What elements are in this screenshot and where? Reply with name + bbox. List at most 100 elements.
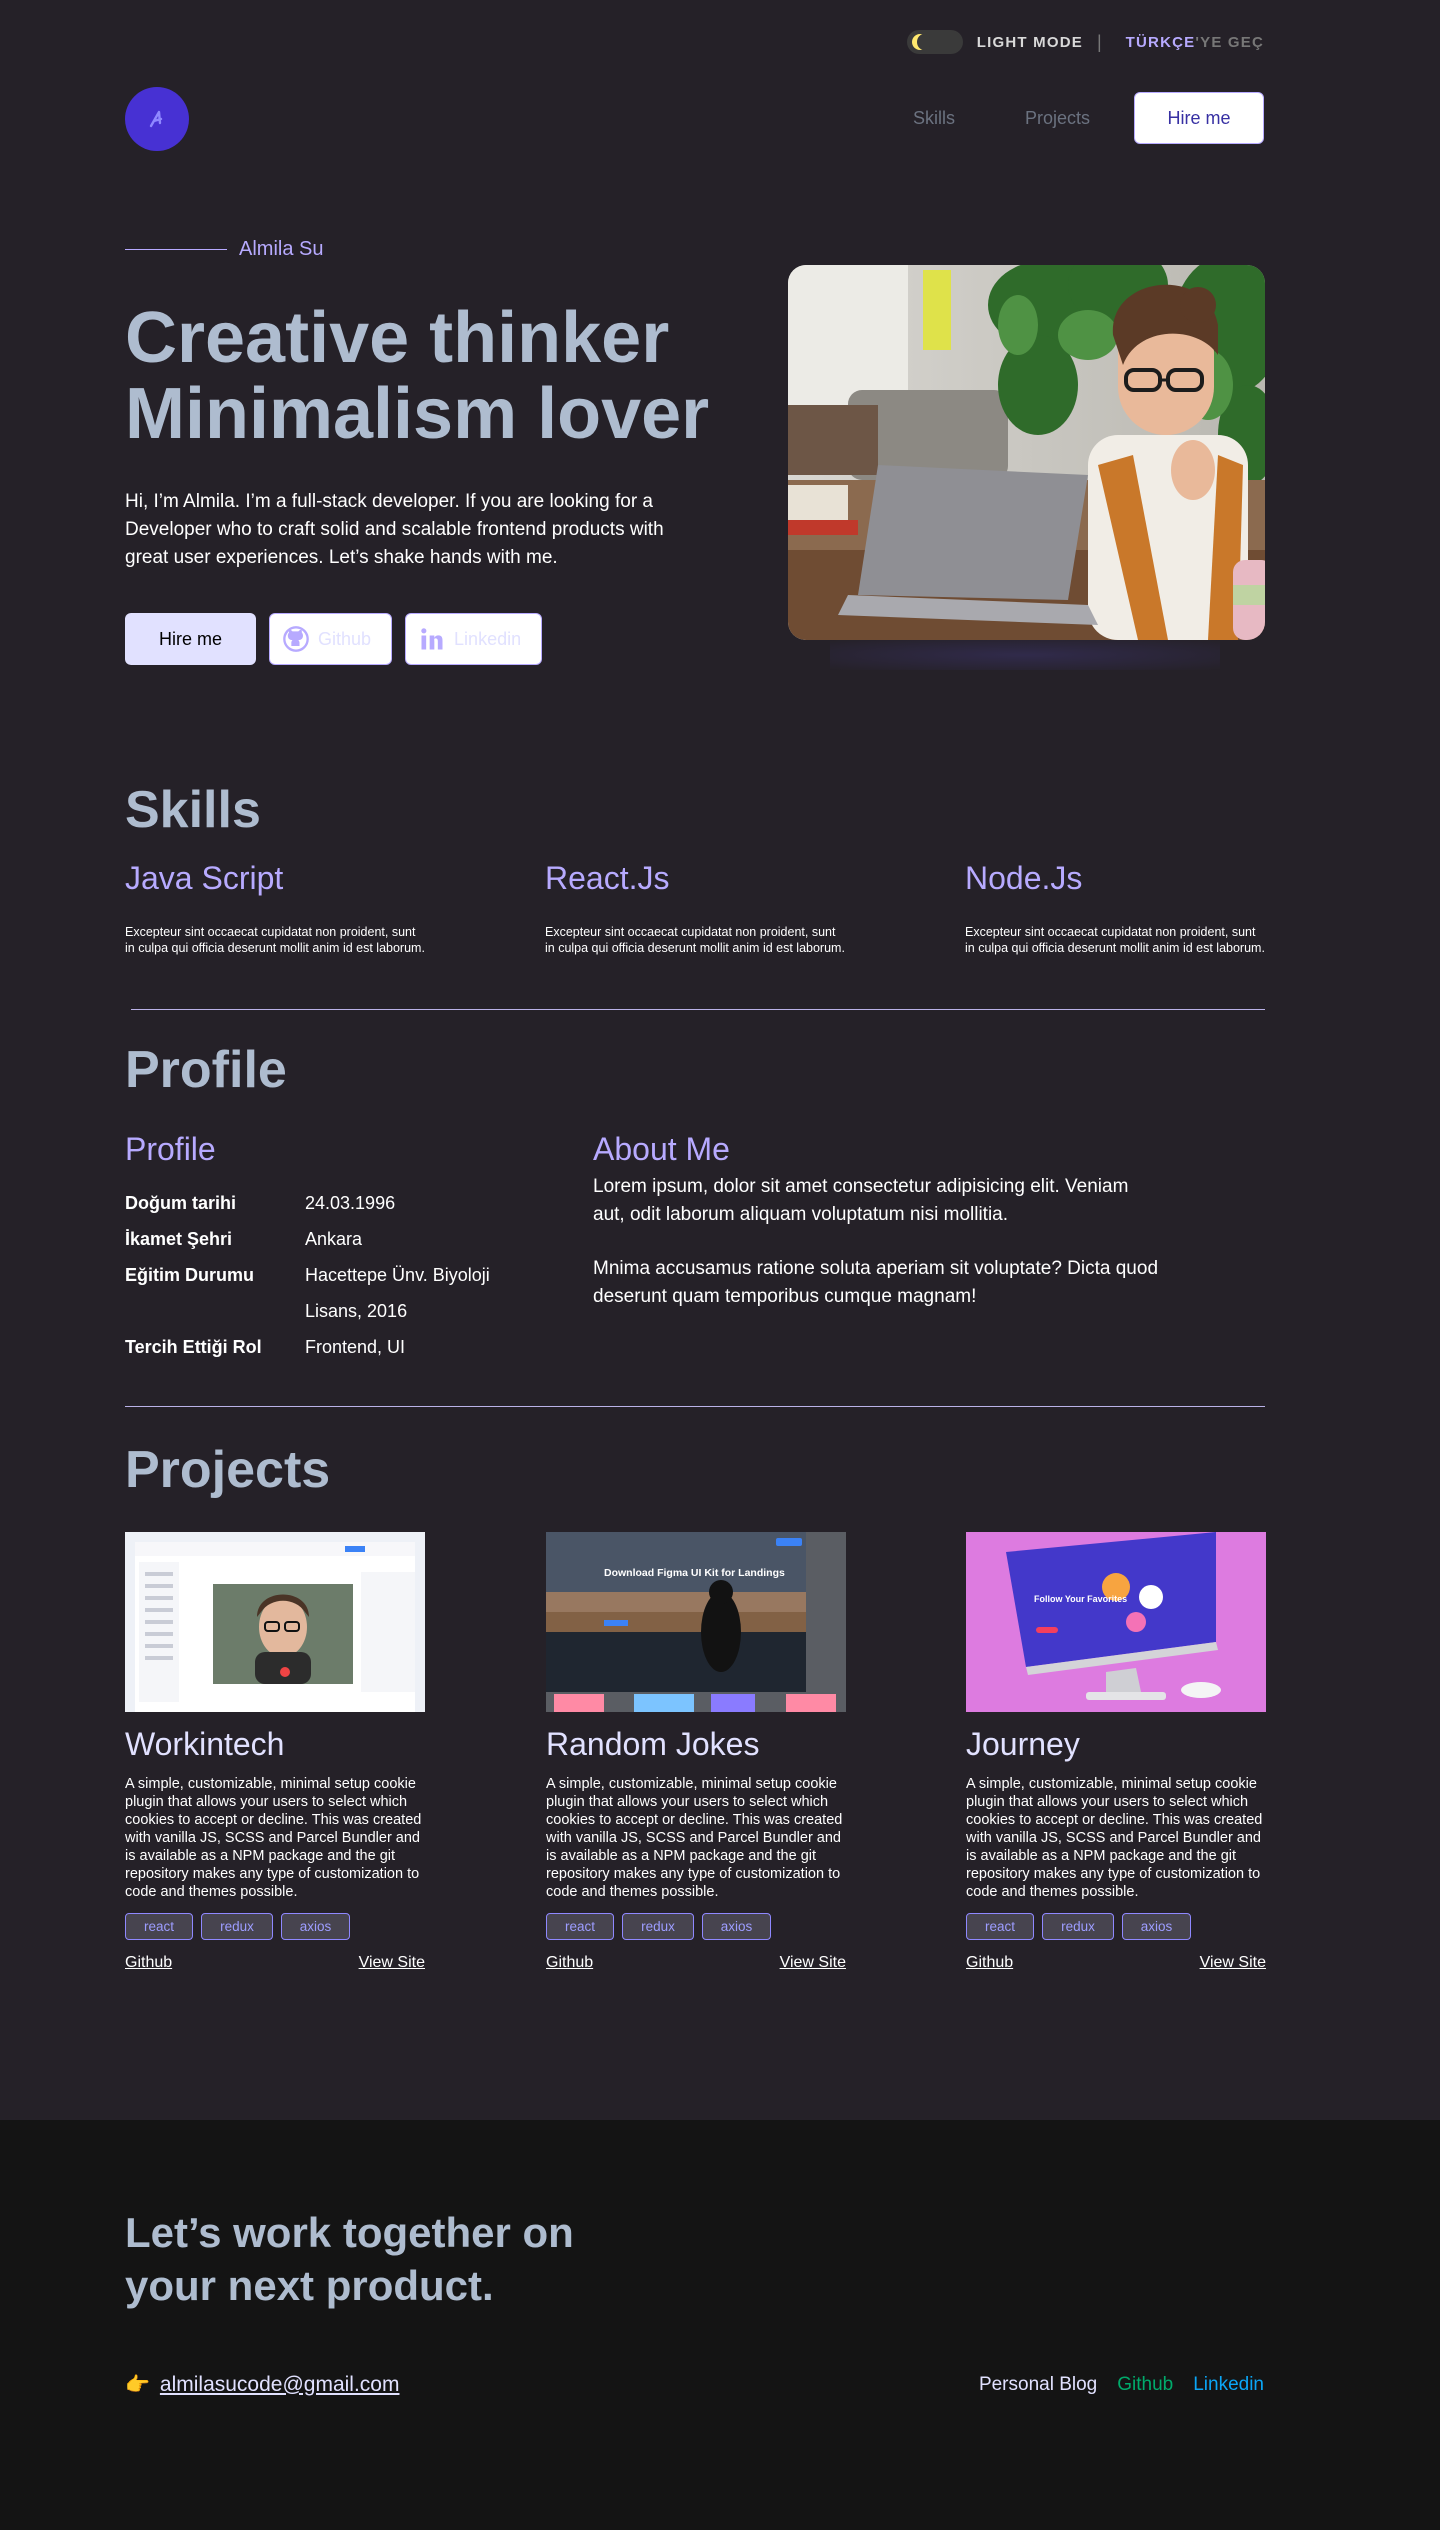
project-name: Random Jokes [546,1726,760,1762]
moon-icon [911,34,931,50]
profile-row: İkamet Şehri Ankara [125,1221,535,1257]
profile-heading: Profile [125,1041,287,1099]
project-tags: react redux axios [125,1913,425,1940]
about-paragraph: Lorem ipsum, dolor sit amet consectetur … [593,1176,1129,1225]
project-site-link[interactable]: View Site [780,1954,846,1972]
hero-buttons: Hire me Github Linkedin [125,613,555,665]
hero-linkedin-button[interactable]: Linkedin [405,613,543,665]
thumb-headline: Follow Your Favorites [1034,1594,1127,1604]
tag: react [546,1913,614,1940]
project-github-link[interactable]: Github [125,1954,172,1972]
dark-mode-toggle[interactable] [906,30,963,54]
topbar-separator: | [1096,31,1102,52]
main-nav: Skills Projects Hire me [913,92,1264,144]
hero-name-line [125,249,227,250]
project-links: Github View Site [125,1954,425,1972]
hero-github-button[interactable]: Github [269,613,393,665]
hero-name-text: Almila Su [239,238,324,260]
profile-subheading: Profile [125,1131,216,1167]
footer-email: 👉 almilasucode@gmail.com [125,2372,399,2397]
profile-key: Eğitim Durumu [125,1265,254,1285]
profile-row: Eğitim Durumu Hacettepe Ünv. Biyoloji Lis… [125,1257,535,1329]
project-name: Journey [966,1726,1080,1762]
about-paragraph: Mnima accusamus ratione soluta aperiam s… [593,1258,1159,1307]
project-site-link[interactable]: View Site [359,1954,425,1972]
profile-row: Doğum tarihi 24.03.1996 [125,1185,535,1221]
skill-card: Node.Js Excepteur sint occaecat cupidata… [965,860,1265,956]
skill-name: React.Js [545,860,670,896]
divider [125,1406,1265,1407]
workintech-screenshot [125,1532,425,1712]
project-card: Workintech A simple, customizable, minim… [125,1532,425,1972]
mode-label: LIGHT MODE [976,33,1083,51]
project-site-link[interactable]: View Site [1200,1954,1266,1972]
hero-image-shadow [830,640,1220,670]
random-jokes-screenshot: Download Figma UI Kit for Landings [546,1532,846,1712]
hero-title-line1: Creative thinker [125,298,670,378]
project-description: A simple, customizable, minimal setup co… [546,1776,843,1900]
tag: react [125,1913,193,1940]
hero-name: Almila Su [125,238,323,261]
profile-key: Tercih Ettiği Rol [125,1337,262,1357]
language-switch[interactable]: TÜRKÇE'YE GEÇ [1126,34,1264,51]
journey-screenshot: Follow Your Favorites [966,1532,1266,1712]
woman-with-laptop-illustration [788,265,1265,640]
nav-hire-button[interactable]: Hire me [1134,92,1264,144]
profile-row: Tercih Ettiği Rol Frontend, UI [125,1329,535,1365]
footer-linkedin-link[interactable]: Linkedin [1193,2374,1264,2396]
skill-name: Node.Js [965,860,1083,896]
skill-description: Excepteur sint occaecat cupidatat non pr… [125,925,425,955]
project-links: Github View Site [546,1954,846,1972]
skill-description: Excepteur sint occaecat cupidatat non pr… [545,925,845,955]
tag: redux [1042,1913,1114,1940]
skill-name: Java Script [125,860,284,896]
project-description: A simple, customizable, minimal setup co… [125,1776,422,1900]
skill-description: Excepteur sint occaecat cupidatat non pr… [965,925,1265,955]
project-tags: react redux axios [966,1913,1266,1940]
project-thumbnail: Download Figma UI Kit for Landings [546,1532,846,1712]
footer-title-line1: Let’s work together on [125,2209,574,2256]
project-card: Download Figma UI Kit for Landings Rando… [546,1532,846,1972]
profile-key: Doğum tarihi [125,1193,236,1213]
project-card: Follow Your Favorites Journey A simple, … [966,1532,1266,1972]
footer: Let’s work together on your next product… [0,2120,1440,2530]
nav-skills[interactable]: Skills [913,108,955,129]
hero-hire-button[interactable]: Hire me [125,613,256,665]
hero-title: Creative thinker Minimalism lover [125,300,765,452]
pointing-hand-icon: 👉 [125,2374,150,2396]
footer-github-link[interactable]: Github [1117,2374,1173,2396]
skill-card: React.Js Excepteur sint occaecat cupidat… [545,860,845,956]
github-icon [283,626,309,652]
footer-title-line2: your next product. [125,2262,494,2309]
footer-links: Personal Blog Github Linkedin [959,2374,1264,2396]
footer-title: Let’s work together on your next product… [125,2206,574,2312]
profile-value: Hacettepe Ünv. Biyoloji Lisans, 2016 [305,1265,490,1321]
about-text: Lorem ipsum, dolor sit amet consectetur … [593,1173,1163,1311]
email-link[interactable]: almilasucode@gmail.com [160,2373,400,2397]
language-highlight: TÜRKÇE [1125,33,1196,51]
nav-projects[interactable]: Projects [1025,108,1090,129]
thumb-headline: Download Figma UI Kit for Landings [604,1567,785,1579]
github-button-label: Github [318,628,372,649]
logo[interactable] [125,87,189,151]
projects-heading: Projects [125,1441,331,1499]
project-github-link[interactable]: Github [966,1954,1013,1972]
about-heading: About Me [593,1131,730,1167]
project-thumbnail [125,1532,425,1712]
profile-value: Frontend, UI [305,1337,406,1357]
linkedin-button-label: Linkedin [454,628,522,649]
tag: redux [201,1913,273,1940]
profile-key: İkamet Şehri [125,1229,233,1249]
project-name: Workintech [125,1726,285,1762]
topbar: LIGHT MODE | TÜRKÇE'YE GEÇ [906,28,1264,56]
project-thumbnail: Follow Your Favorites [966,1532,1266,1712]
project-github-link[interactable]: Github [546,1954,593,1972]
tag: react [966,1913,1034,1940]
project-description: A simple, customizable, minimal setup co… [966,1776,1263,1900]
hero-title-line2: Minimalism lover [125,374,710,454]
footer-blog-link[interactable]: Personal Blog [979,2374,1097,2396]
tag: axios [702,1913,771,1940]
hero-photo [788,265,1265,640]
profile-value: 24.03.1996 [305,1193,396,1213]
project-links: Github View Site [966,1954,1266,1972]
